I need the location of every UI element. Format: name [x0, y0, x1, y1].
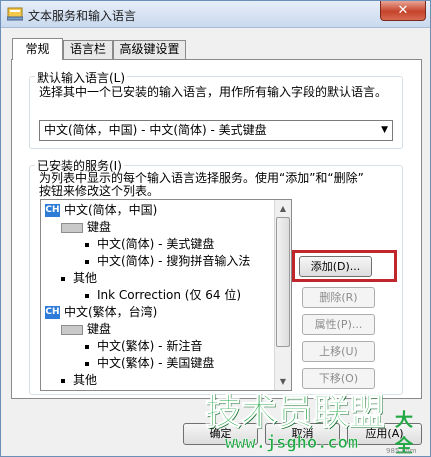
remove-button[interactable]: 删除(R)	[302, 287, 375, 308]
tree-scrollbar[interactable]: ▲ ▼	[274, 200, 291, 390]
chevron-down-icon: ▼	[381, 125, 388, 135]
language-flag-icon: CH	[45, 204, 60, 217]
tree-item-category[interactable]: 键盘	[61, 321, 111, 337]
language-flag-icon: CH	[45, 306, 60, 319]
scroll-up-arrow-icon[interactable]: ▲	[275, 200, 291, 217]
installed-services-description-line1: 为列表中显示的每个输入语言选择服务。使用“添加”和“删除”	[39, 171, 364, 185]
installed-services-tree[interactable]: CH 中文(简体，中国) 键盘 中文(简体) - 美式键盘 中文(简体) - 搜狗…	[40, 199, 292, 391]
properties-button[interactable]: 属性(P)...	[302, 314, 375, 335]
text-services-app-icon	[7, 7, 23, 21]
tab-general[interactable]: 常规	[12, 38, 63, 60]
tree-item-service[interactable]: Ink Correction (仅 64 位)	[85, 287, 241, 303]
tree-item-service[interactable]: 中文(简体) - 美式键盘	[85, 236, 214, 252]
close-button[interactable]: ✕	[380, 1, 426, 21]
scrollbar-thumb[interactable]	[276, 217, 290, 347]
watermark-url: www.jsgho.com	[225, 433, 359, 454]
bullet-icon	[85, 293, 89, 298]
move-up-button[interactable]: 上移(U)	[302, 341, 375, 362]
bullet-icon	[85, 242, 89, 247]
tree-item-language[interactable]: CH 中文(简体，中国)	[45, 202, 157, 218]
keyboard-icon	[61, 324, 83, 335]
default-language-value: 中文(简体，中国) - 中文(简体) - 美式键盘	[44, 123, 267, 137]
tree-item-service[interactable]: 中文(繁体) - 美国键盘	[85, 355, 214, 371]
bullet-icon	[61, 276, 65, 281]
watermark-logo-text: 技术员联盟	[204, 392, 386, 434]
tree-item-service[interactable]: 中文(简体) - 搜狗拼音输入法	[85, 253, 250, 269]
default-language-select[interactable]: 中文(简体，中国) - 中文(简体) - 美式键盘 ▼	[39, 120, 393, 141]
bullet-icon	[85, 361, 89, 366]
tab-language-bar[interactable]: 语言栏	[63, 40, 113, 59]
tree-item-category[interactable]: 键盘	[61, 219, 111, 235]
tree-item-language[interactable]: CH 中文(繁体，台湾)	[45, 304, 157, 320]
installed-services-description-line2: 按钮来修改这个列表。	[39, 184, 160, 198]
tree-item-category[interactable]: 其他	[61, 372, 97, 388]
default-language-label: 默认输入语言(L)	[35, 69, 128, 86]
default-language-description: 选择其中一个已安装的输入语言，用作所有输入字段的默认语言。	[39, 85, 388, 99]
tree-item-service[interactable]: 中文(繁体) - 新注音	[85, 338, 202, 354]
keyboard-icon	[61, 222, 83, 233]
bullet-icon	[85, 259, 89, 264]
tab-advanced-key-settings[interactable]: 高级键设置	[113, 40, 186, 59]
window-title: 文本服务和输入语言	[28, 9, 137, 23]
tree-item-category[interactable]: 其他	[61, 270, 97, 286]
title-bar[interactable]: 文本服务和输入语言 ✕	[1, 1, 430, 28]
watermark-small-text: 985.com	[386, 447, 417, 455]
bullet-icon	[61, 378, 65, 383]
close-icon: ✕	[397, 3, 409, 18]
add-button[interactable]: 添加(D)...	[299, 256, 372, 277]
bullet-icon	[85, 344, 89, 349]
dialog-window: 文本服务和输入语言 ✕ 常规 语言栏 高级键设置 默认输入语言(L) 选择其中一…	[0, 0, 431, 457]
